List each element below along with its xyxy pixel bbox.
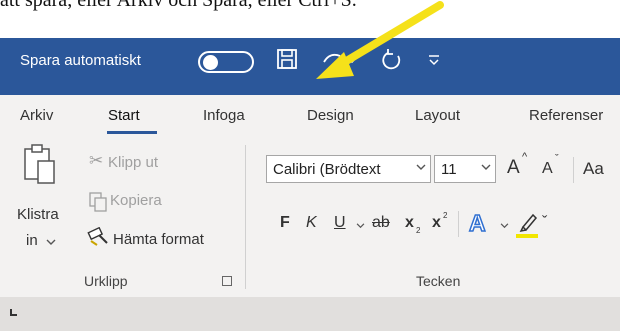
toggle-knob <box>203 55 218 70</box>
italic-button[interactable]: K <box>306 214 317 232</box>
clipboard-launcher-icon[interactable] <box>222 276 232 286</box>
shrink-font-button[interactable]: A <box>542 160 553 178</box>
format-painter-label: Hämta format <box>113 231 204 248</box>
text-effects-chevron-down-icon[interactable] <box>500 223 509 229</box>
font-size-dropdown[interactable]: 11 <box>434 155 496 183</box>
title-bar: Spara automatiskt <box>0 38 620 95</box>
underline-button[interactable]: U <box>334 214 346 232</box>
underline-chevron-down-icon[interactable] <box>356 223 365 229</box>
save-icon[interactable] <box>276 48 298 70</box>
strikethrough-button[interactable]: ab <box>372 214 390 232</box>
font-name-dropdown[interactable]: Calibri (Brödtext <box>266 155 431 183</box>
tab-design[interactable]: Design <box>307 107 354 124</box>
ribbon-tabs: Arkiv Start Infoga Design Layout Referen… <box>0 95 620 137</box>
highlighter-icon[interactable] <box>515 209 539 239</box>
tab-layout[interactable]: Layout <box>415 107 460 124</box>
highlighter-chevron-icon[interactable]: ˇ <box>542 214 547 232</box>
bold-button[interactable]: F <box>280 214 290 232</box>
chevron-down-icon <box>481 164 491 170</box>
tab-arkiv[interactable]: Arkiv <box>20 107 53 124</box>
shrink-font-caret-icon: ˇ <box>555 153 559 165</box>
redo-icon[interactable] <box>380 48 404 72</box>
format-painter-icon <box>87 227 108 246</box>
ruler-bar <box>0 297 620 331</box>
intro-text: att spara, eller Arkiv och Spara, eller … <box>0 0 357 11</box>
group-separator <box>245 145 246 289</box>
paste-label-line1: Klistra <box>17 206 59 223</box>
tab-stop-icon[interactable] <box>10 309 17 316</box>
grow-font-caret-icon: ^ <box>522 151 528 163</box>
subscript-mark-icon: 2 <box>416 226 421 235</box>
customize-toolbar-icon[interactable] <box>428 54 440 66</box>
autosave-label: Spara automatiskt <box>20 52 141 69</box>
cut-label: Klipp ut <box>108 154 159 171</box>
font-name-value: Calibri (Brödtext <box>273 161 381 178</box>
tab-infoga[interactable]: Infoga <box>203 107 245 124</box>
subscript-button[interactable]: x <box>405 214 414 232</box>
clipboard-group-label: Urklipp <box>84 273 128 289</box>
superscript-mark-icon: 2 <box>443 211 448 220</box>
autosave-toggle[interactable] <box>198 51 254 73</box>
tab-start[interactable]: Start <box>108 107 140 124</box>
chevron-down-icon <box>416 164 426 170</box>
paste-chevron-down-icon <box>46 239 56 245</box>
ribbon-panel: Klistra in ✂ Klipp ut Kopiera Hämta form… <box>0 137 620 297</box>
text-effects-button[interactable]: A <box>468 209 486 237</box>
paste-icon <box>24 144 55 184</box>
font-size-value: 11 <box>441 161 457 178</box>
change-case-button[interactable]: Aa <box>583 159 604 179</box>
undo-icon[interactable] <box>318 48 358 70</box>
font-separator <box>573 157 574 183</box>
paste-label-line2: in <box>26 232 38 249</box>
active-tab-indicator <box>107 131 157 134</box>
font-group-label: Tecken <box>416 273 461 289</box>
font-separator <box>458 211 459 237</box>
copy-label: Kopiera <box>110 192 162 209</box>
superscript-button[interactable]: x <box>432 214 441 232</box>
tab-referenser[interactable]: Referenser <box>529 107 603 124</box>
scissors-icon: ✂ <box>89 151 104 170</box>
copy-icon <box>89 192 107 212</box>
grow-font-button[interactable]: A <box>507 157 520 179</box>
intro-text-line: att spara, eller Arkiv och Spara, eller … <box>0 0 620 38</box>
